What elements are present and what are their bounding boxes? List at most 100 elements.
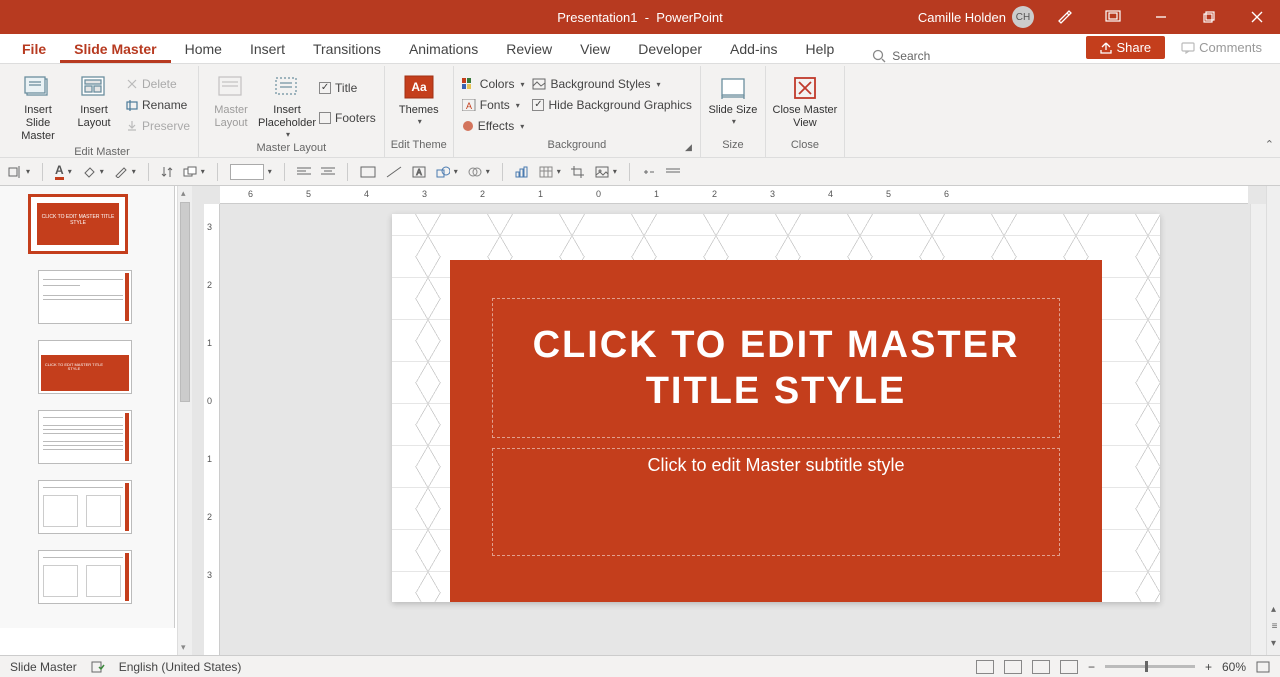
layout-thumbnail[interactable]: CLICK TO EDIT MASTER TITLE STYLE (38, 340, 132, 394)
user-account[interactable]: Camille Holden CH (918, 6, 1034, 28)
checkbox-icon (319, 112, 331, 124)
themes-button[interactable]: Aa Themes▾ (393, 72, 445, 127)
fonts-button[interactable]: A Fonts▾ (460, 95, 527, 115)
prev-slide-icon[interactable]: ▴ (1271, 604, 1276, 615)
align-center-button[interactable] (321, 167, 335, 177)
tab-insert[interactable]: Insert (236, 35, 299, 63)
normal-view-icon[interactable] (976, 660, 994, 674)
insert-slide-master-label: Insert Slide Master (12, 104, 64, 144)
arrange-button[interactable]: ▾ (183, 166, 205, 178)
drawing-icon[interactable] (1048, 0, 1082, 34)
sorter-view-icon[interactable] (1004, 660, 1022, 674)
user-name: Camille Holden (918, 10, 1006, 25)
rename-button[interactable]: Rename (124, 95, 192, 115)
insert-slide-master-button[interactable]: Insert Slide Master (12, 72, 64, 144)
layout-thumbnail[interactable] (38, 480, 132, 534)
canvas-scrollbar[interactable] (1250, 204, 1266, 655)
checkbox-icon: ✓ (532, 99, 544, 111)
collapse-ribbon-icon[interactable]: ⌃ (1265, 138, 1274, 151)
align-object-button[interactable]: ▾ (8, 166, 30, 178)
shape-line-button[interactable] (386, 166, 402, 178)
textbox-button[interactable]: A (412, 166, 426, 178)
tab-addins[interactable]: Add-ins (716, 35, 791, 63)
outline-color-button[interactable]: ▾ (114, 166, 136, 178)
shape-rect-button[interactable] (360, 166, 376, 178)
group-edit-master: Insert Slide Master Insert Layout Delete… (6, 66, 199, 157)
nav-split-icon[interactable]: ≡ (1272, 621, 1276, 632)
zoom-slider[interactable] (1105, 665, 1195, 668)
slide-size-button[interactable]: Slide Size▾ (707, 72, 759, 127)
svg-text:Aa: Aa (411, 80, 427, 94)
zoom-level[interactable]: 60% (1222, 660, 1246, 674)
insert-layout-button[interactable]: Insert Layout (68, 72, 120, 130)
colors-button[interactable]: Colors▾ (460, 74, 527, 94)
tab-view[interactable]: View (566, 35, 624, 63)
title-placeholder[interactable]: CLICK TO EDIT MASTER TITLE STYLE (492, 298, 1060, 438)
preserve-button: Preserve (124, 116, 192, 136)
slide-canvas[interactable]: CLICK TO EDIT MASTER TITLE STYLE Click t… (392, 214, 1160, 602)
ribbon-tabs: File Slide Master Home Insert Transition… (0, 34, 1280, 64)
tab-review[interactable]: Review (492, 35, 566, 63)
slideshow-view-icon[interactable] (1060, 660, 1078, 674)
merge-shapes-button[interactable]: ▾ (468, 166, 490, 178)
spellcheck-icon[interactable] (91, 661, 105, 673)
background-styles-button[interactable]: Background Styles▾ (530, 74, 693, 94)
crop-button[interactable] (571, 166, 585, 178)
subtitle-placeholder[interactable]: Click to edit Master subtitle style (492, 448, 1060, 556)
thumbnail-panel[interactable]: CLICK TO EDIT MASTER TITLE STYLE CLICK T… (0, 186, 175, 628)
master-layout-button: Master Layout (205, 72, 257, 130)
delete-icon (126, 78, 138, 90)
title-bar: Presentation1 - PowerPoint Camille Holde… (0, 0, 1280, 34)
status-mode[interactable]: Slide Master (10, 660, 77, 674)
tab-developer[interactable]: Developer (624, 35, 716, 63)
status-language[interactable]: English (United States) (119, 660, 242, 674)
tab-animations[interactable]: Animations (395, 35, 492, 63)
title-checkbox[interactable]: ✓ Title (317, 78, 378, 98)
reading-view-icon[interactable] (1032, 660, 1050, 674)
zoom-out-button[interactable]: − (1088, 660, 1095, 674)
effects-button[interactable]: Effects▾ (460, 116, 527, 136)
hide-background-checkbox[interactable]: ✓ Hide Background Graphics (530, 95, 693, 115)
thumbnails-scrollbar[interactable]: ▴ ▾ (177, 186, 192, 655)
tab-transitions[interactable]: Transitions (299, 35, 395, 63)
display-mode-icon[interactable] (1096, 0, 1130, 34)
close-window-button[interactable] (1240, 0, 1274, 34)
picture-button[interactable]: ▾ (595, 166, 617, 178)
eyedropper-button[interactable] (642, 166, 656, 178)
close-master-view-button[interactable]: Close Master View (772, 72, 838, 130)
insert-layout-label: Insert Layout (68, 104, 120, 130)
share-button[interactable]: Share (1086, 36, 1165, 59)
shapes-button[interactable]: ▾ (436, 166, 458, 178)
group-label-edit-master: Edit Master (12, 144, 192, 162)
slide-master-thumbnail[interactable]: CLICK TO EDIT MASTER TITLE STYLE (28, 194, 128, 254)
fonts-icon: A (462, 99, 476, 111)
align-left-button[interactable] (297, 167, 311, 177)
fill-color-button[interactable]: ▾ (82, 166, 104, 178)
quick-format-toolbar: ▾ A▾ ▾ ▾ ▾ ▾ A ▾ ▾ ▾ ▾ (0, 158, 1280, 186)
tab-file[interactable]: File (8, 35, 60, 63)
zoom-in-button[interactable]: + (1205, 660, 1212, 674)
layout-thumbnail[interactable] (38, 550, 132, 604)
comments-label: Comments (1199, 40, 1262, 55)
document-title: Presentation1 - PowerPoint (557, 10, 723, 25)
chart-button[interactable] (515, 166, 529, 178)
next-slide-icon[interactable]: ▾ (1271, 638, 1276, 649)
minimize-button[interactable] (1144, 0, 1178, 34)
font-color-button[interactable]: A▾ (55, 163, 72, 180)
footers-checkbox[interactable]: Footers (317, 108, 378, 128)
sort-button[interactable] (161, 166, 173, 178)
table-button[interactable]: ▾ (539, 166, 561, 178)
tab-home[interactable]: Home (171, 35, 236, 63)
maximize-button[interactable] (1192, 0, 1226, 34)
fit-to-window-icon[interactable] (1256, 661, 1270, 673)
tell-me-search[interactable]: Search (872, 49, 930, 63)
shape-fill-swatch[interactable]: ▾ (230, 164, 272, 180)
insert-placeholder-button[interactable]: Insert Placeholder▾ (261, 72, 313, 140)
comments-button[interactable]: Comments (1171, 36, 1272, 59)
layout-thumbnail[interactable] (38, 270, 132, 324)
layout-thumbnail[interactable] (38, 410, 132, 464)
more-button[interactable] (666, 168, 680, 176)
tab-slide-master[interactable]: Slide Master (60, 35, 170, 63)
dialog-launcher-icon[interactable]: ◢ (685, 142, 692, 153)
tab-help[interactable]: Help (792, 35, 849, 63)
